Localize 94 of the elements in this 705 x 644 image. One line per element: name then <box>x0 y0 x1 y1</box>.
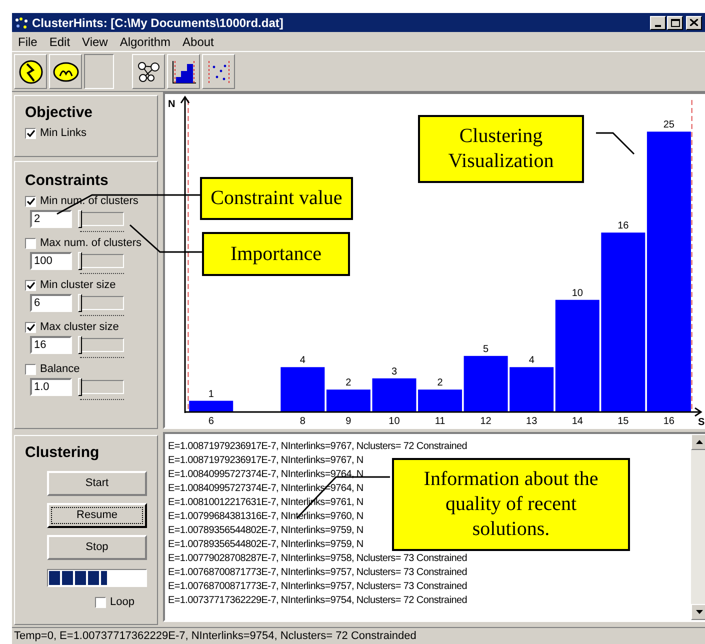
close-button[interactable] <box>686 16 702 30</box>
input-field[interactable]: 2 <box>30 210 72 228</box>
log-line: E=1.00737717362229E-7, NInterlinks=9754, Nclusters= 72 Constrained <box>168 594 468 608</box>
input-field[interactable]: 100 <box>30 252 72 270</box>
axis-tick-label: 16 <box>663 416 675 427</box>
checkbox[interactable] <box>25 322 36 332</box>
toolbar-slot <box>84 54 114 89</box>
bar-value-label: 4 <box>528 355 534 366</box>
axis-tick-label: 12 <box>480 416 492 427</box>
checkbox[interactable] <box>25 280 36 290</box>
graph-nodes-icon <box>136 60 160 84</box>
bar-value-label: 3 <box>391 366 398 378</box>
toolbar-button[interactable] <box>132 54 165 89</box>
log-line: E=1.00799684381316E-7, NInterlinks=9760, N <box>168 510 364 524</box>
scroll-down-button[interactable] <box>691 604 705 620</box>
cycle-arrows-icon <box>18 58 44 84</box>
bar-value-label: 2 <box>437 378 443 389</box>
axis-tick-label: 13 <box>526 416 538 427</box>
log-line: E=1.00768700871773E-7, NInterlinks=9757, Nclusters= 73 Constrained <box>168 566 468 580</box>
callout: Importance <box>202 232 350 276</box>
slider[interactable] <box>78 294 124 316</box>
checkbox[interactable] <box>95 596 106 608</box>
menu-item[interactable]: File <box>18 32 38 50</box>
slider[interactable] <box>78 336 124 358</box>
bar-value-label: 10 <box>572 288 583 299</box>
axis-tick-label: 14 <box>572 416 583 427</box>
scatter-plot-icon <box>206 58 232 84</box>
maximize-button[interactable] <box>667 16 683 30</box>
leader-line <box>596 132 635 155</box>
close-icon <box>690 19 698 26</box>
push-button[interactable]: Stop <box>47 535 147 560</box>
log-line: E=1.00779028708287E-7, NInterlinks=9758, Nclusters= 73 Constrained <box>168 552 468 566</box>
axis-tick-label: 8 <box>300 416 306 427</box>
push-button[interactable]: Resume <box>47 503 147 528</box>
log-line: E=1.00789356544802E-7, NInterlinks=9759, N <box>168 538 364 552</box>
window-title: ClusterHints: [C:\My Documents\1000rd.dat] <box>32 14 284 32</box>
callout: Information about the quality of recent solutions. <box>392 458 630 551</box>
minimize-button[interactable] <box>650 16 666 30</box>
bar-value-label: 4 <box>300 355 306 366</box>
bar-chart-icon <box>170 58 196 84</box>
toolbar-button[interactable] <box>167 54 200 89</box>
blob-icon <box>52 60 80 82</box>
menu-item[interactable]: Edit <box>49 32 70 50</box>
menu-item[interactable]: Algorithm <box>120 32 171 50</box>
checkbox-label[interactable]: Min cluster size <box>40 278 116 292</box>
section-title: Clustering <box>25 444 100 462</box>
checkbox[interactable] <box>25 128 36 138</box>
minimize-icon <box>655 24 661 26</box>
toolbar-button[interactable] <box>49 54 82 89</box>
axis-tick-label: 10 <box>388 416 400 427</box>
callout: Constraint value <box>200 177 353 220</box>
bar-value-label: 1 <box>208 388 214 400</box>
section-title: Constraints <box>25 172 110 190</box>
slider[interactable] <box>78 210 124 232</box>
bar-value-label: 25 <box>663 120 675 131</box>
checkbox-label[interactable]: Min Links <box>40 126 86 140</box>
log-line: E=1.00871979236917E-7, NInterlinks=9767, Nclusters= 72 Constrained <box>168 440 468 454</box>
toolbar-button[interactable] <box>14 54 47 89</box>
menu-item[interactable]: View <box>82 32 108 50</box>
bar-value-label: 16 <box>618 220 629 232</box>
axis-tick-label: 15 <box>618 416 629 427</box>
axis-tick-label: 6 <box>208 416 214 427</box>
checkbox[interactable] <box>25 238 36 248</box>
bar-value-label: 2 <box>346 378 352 389</box>
axis-tick-label: 9 <box>346 416 352 427</box>
checkbox[interactable] <box>25 364 36 374</box>
push-button[interactable]: Start <box>47 471 147 496</box>
axis-label: S <box>698 417 705 427</box>
checkbox[interactable] <box>25 196 36 206</box>
log-line: E=1.00768700871773E-7, NInterlinks=9757, Nclusters= 73 Constrained <box>168 580 468 594</box>
axis-label: N <box>168 99 176 110</box>
checkbox-label[interactable]: Max num. of clusters <box>40 236 142 250</box>
app-icon <box>15 16 29 28</box>
bar-value-label: 5 <box>483 344 489 355</box>
slider[interactable] <box>78 378 124 400</box>
checkbox-label[interactable]: Loop <box>110 595 134 609</box>
slider[interactable] <box>78 252 124 274</box>
scroll-up-button[interactable] <box>691 434 705 450</box>
log-line: E=1.00789356544802E-7, NInterlinks=9759, N <box>168 524 364 538</box>
input-field[interactable]: 1.0 <box>30 378 72 396</box>
log-line: E=1.00871979236917E-7, NInterlinks=9767, N <box>168 454 364 468</box>
axis-tick-label: 11 <box>434 416 446 427</box>
up-arrow-icon <box>696 440 702 444</box>
status-text: Temp=0, E=1.00737717362229E-7, NInterlinks=9754, Nclusters= 72 Constrainded <box>14 628 416 644</box>
input-field[interactable]: 16 <box>30 336 72 354</box>
checkbox-label[interactable]: Balance <box>40 362 80 376</box>
section-title: Objective <box>25 104 94 122</box>
input-field[interactable]: 6 <box>30 294 72 312</box>
callout: Clustering Visualization <box>418 115 584 183</box>
down-arrow-icon <box>696 610 702 614</box>
scroll-bar[interactable] <box>691 434 705 620</box>
checkbox-label[interactable]: Max cluster size <box>40 320 119 334</box>
menu-item[interactable]: About <box>182 32 214 50</box>
maximize-icon <box>670 18 680 26</box>
